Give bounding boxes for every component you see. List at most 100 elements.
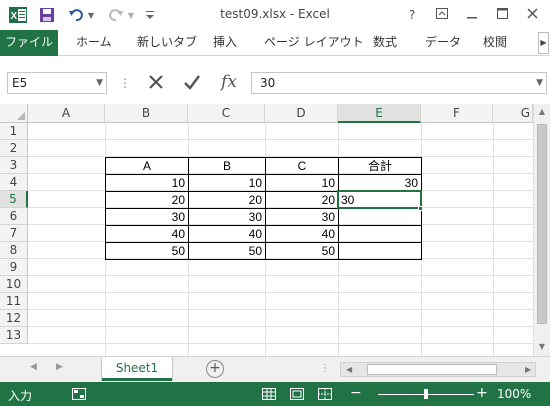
ribbon-tabs: ファイル ホーム 新しいタブ 挿入 ページ レイアウト 数式 データ 校閲 ▶ (0, 30, 550, 56)
zoom-level[interactable]: 100% (497, 387, 531, 401)
sheet-tab-sheet1[interactable]: Sheet1 (102, 357, 172, 381)
maximize-button[interactable] (492, 6, 512, 24)
column-header-c[interactable]: C (188, 104, 265, 123)
tab-page-layout[interactable]: ページ レイアウト (264, 30, 364, 56)
cell-b5[interactable]: 20 (106, 192, 188, 209)
worksheet-grid[interactable]: A B C D E F G 1 2 3 4 5 6 7 8 9 10 11 12… (0, 104, 550, 356)
formula-content: 30 (260, 76, 276, 90)
tab-formulas[interactable]: 数式 (373, 30, 397, 56)
cell-b3[interactable]: A (106, 158, 188, 175)
cell-d5[interactable]: 20 (266, 192, 338, 209)
cancel-entry-button[interactable] (142, 69, 170, 95)
row-header-11[interactable]: 11 (0, 293, 28, 310)
sheet-nav-next-icon[interactable]: ▶ (56, 362, 63, 372)
status-mode: 入力 (8, 389, 33, 403)
add-sheet-button[interactable]: + (206, 360, 224, 378)
cell-b6[interactable]: 30 (106, 209, 188, 226)
zoom-out-button[interactable]: − (350, 385, 362, 401)
cell-c3[interactable]: B (189, 158, 265, 175)
cell-d6[interactable]: 30 (266, 209, 338, 226)
cell-c7[interactable]: 40 (189, 226, 265, 243)
cell-d3[interactable]: C (266, 158, 338, 175)
cell-b7[interactable]: 40 (106, 226, 188, 243)
tab-insert[interactable]: 挿入 (213, 30, 237, 56)
cell-d7[interactable]: 40 (266, 226, 338, 243)
cell-c8[interactable]: 50 (189, 243, 265, 260)
scroll-up-icon[interactable]: ▲ (534, 107, 550, 116)
name-box[interactable]: E5 ▼ (7, 72, 107, 94)
row-header-6[interactable]: 6 (0, 208, 28, 225)
cell-b8[interactable]: 50 (106, 243, 188, 260)
tab-file[interactable]: ファイル (0, 30, 58, 56)
formula-bar: E5 ▼ ⋮ fx 30 ▼ (0, 56, 550, 104)
formula-bar-grip-icon[interactable]: ⋮ (119, 76, 131, 90)
row-header-1[interactable]: 1 (0, 123, 28, 140)
gridline (28, 309, 550, 310)
close-button[interactable] (522, 6, 542, 24)
tab-split-grip-icon[interactable]: ⋮ (320, 363, 330, 374)
column-header-g[interactable]: G (493, 104, 533, 123)
gridline (28, 326, 550, 327)
vertical-scroll-thumb[interactable] (537, 124, 547, 324)
help-button[interactable]: ? (402, 6, 422, 24)
normal-view-icon[interactable] (262, 388, 276, 403)
tab-new-tab[interactable]: 新しいタブ (137, 30, 197, 56)
scroll-down-icon[interactable]: ▼ (534, 342, 550, 351)
tab-data[interactable]: データ (425, 30, 461, 56)
cell-c4[interactable]: 10 (189, 175, 265, 192)
zoom-in-button[interactable]: + (476, 385, 488, 401)
name-box-value: E5 (12, 76, 28, 90)
insert-function-button[interactable]: fx (214, 69, 244, 95)
row-header-12[interactable]: 12 (0, 310, 28, 327)
horizontal-scrollbar[interactable]: ◀ ▶ (340, 362, 536, 377)
title-bar: X ▼ ▼ test09.xlsx - Excel ? (0, 0, 550, 30)
cell-c5[interactable]: 20 (189, 192, 265, 209)
page-layout-view-icon[interactable] (290, 388, 304, 403)
row-header-10[interactable]: 10 (0, 276, 28, 293)
status-bar: 入力 − + 100% (0, 382, 550, 406)
column-header-d[interactable]: D (265, 104, 338, 123)
formula-input[interactable]: 30 ▼ (251, 72, 547, 94)
minimize-button[interactable] (462, 6, 482, 24)
select-all-button[interactable] (0, 104, 28, 123)
column-header-a[interactable]: A (28, 104, 105, 123)
row-header-13[interactable]: 13 (0, 327, 28, 344)
vertical-scrollbar[interactable]: ▲ ▼ (533, 104, 550, 356)
row-header-4[interactable]: 4 (0, 174, 28, 191)
macro-record-icon[interactable] (72, 388, 86, 403)
name-box-dropdown-icon[interactable]: ▼ (96, 73, 103, 93)
cell-e3[interactable]: 合計 (339, 158, 421, 175)
active-cell-border (337, 190, 422, 209)
row-header-5[interactable]: 5 (0, 191, 28, 208)
page-break-view-icon[interactable] (318, 388, 332, 403)
gridline (28, 292, 550, 293)
ribbon-display-icon[interactable] (432, 6, 452, 24)
cell-d8[interactable]: 50 (266, 243, 338, 260)
column-header-b[interactable]: B (105, 104, 188, 123)
column-header-e[interactable]: E (338, 104, 421, 123)
row-header-3[interactable]: 3 (0, 157, 28, 174)
horizontal-scroll-thumb[interactable] (367, 364, 497, 375)
scroll-right-icon[interactable]: ▶ (525, 363, 531, 376)
tab-review[interactable]: 校閲 (483, 30, 507, 56)
tab-home[interactable]: ホーム (76, 30, 112, 56)
column-header-f[interactable]: F (421, 104, 493, 123)
cell-c6[interactable]: 30 (189, 209, 265, 226)
row-header-8[interactable]: 8 (0, 242, 28, 259)
sheet-tab-bar: ◀ ▶ Sheet1 + ⋮ ◀ ▶ (0, 356, 550, 382)
zoom-slider-thumb[interactable] (424, 389, 428, 399)
cell-d4[interactable]: 10 (266, 175, 338, 192)
row-header-7[interactable]: 7 (0, 225, 28, 242)
gridline (28, 343, 550, 344)
gridline (28, 139, 550, 140)
ribbon-scroll-right-icon[interactable]: ▶ (538, 32, 549, 54)
cell-b4[interactable]: 10 (106, 175, 188, 192)
scroll-left-icon[interactable]: ◀ (346, 363, 352, 376)
fill-handle[interactable] (418, 206, 423, 211)
gridline (28, 275, 550, 276)
expand-formula-bar-icon[interactable]: ▼ (536, 73, 543, 93)
row-header-9[interactable]: 9 (0, 259, 28, 276)
confirm-entry-button[interactable] (178, 69, 206, 95)
sheet-nav-prev-icon[interactable]: ◀ (30, 362, 37, 372)
row-header-2[interactable]: 2 (0, 140, 28, 157)
